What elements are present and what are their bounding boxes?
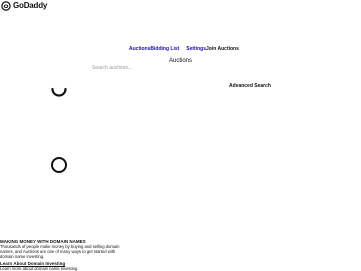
godaddy-logo[interactable]: GoDaddy: [1, 1, 47, 11]
info-body: Thousands of people make money by buying…: [0, 244, 120, 259]
nav-auctions-link[interactable]: Auctions: [129, 46, 150, 53]
godaddy-logo-icon: [1, 1, 11, 11]
nav-settings-link[interactable]: Settings: [186, 46, 206, 53]
logo-wordmark: GoDaddy: [13, 1, 48, 10]
info-truncated-text: Learn more about domain name investing: [0, 266, 78, 271]
loading-spinner-icon: [51, 87, 67, 97]
loading-spinner-icon: [51, 157, 67, 173]
join-auctions-link[interactable]: Join Auctions: [206, 46, 239, 53]
advanced-search-link[interactable]: Advanced Search: [229, 83, 271, 90]
search-input[interactable]: [92, 64, 202, 72]
auctions-nav: Auctions Bidding List Settings Join Auct…: [129, 46, 239, 53]
nav-bidding-list-link[interactable]: Bidding List: [150, 46, 179, 53]
